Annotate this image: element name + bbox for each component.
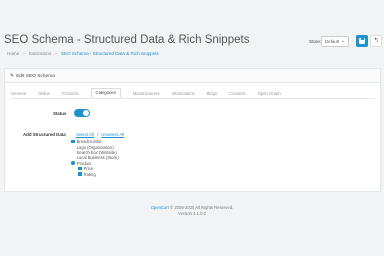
structured-data-options: Breadcrumbs Logo (Organization) Search b… — [71, 139, 119, 177]
back-button[interactable]: ↰ — [370, 35, 382, 47]
tab-blogs[interactable]: Blogs — [207, 89, 217, 98]
footer: OpenCart © 2009-2020 All Rights Reserved… — [0, 205, 384, 217]
tab-informations[interactable]: Informations — [172, 89, 195, 98]
toggle-knob — [83, 110, 89, 116]
option-label: Product — [76, 160, 92, 166]
select-links: Select All / Unselect All — [76, 132, 124, 137]
chevron-down-icon: ⌄ — [340, 38, 345, 44]
footer-brand-link[interactable]: OpenCart — [151, 205, 169, 210]
save-button[interactable] — [356, 35, 368, 47]
tab-open-graph[interactable]: Open Graph — [258, 89, 281, 98]
panel-heading: ✎ Edit SEO Schema — [5, 69, 380, 83]
radio-selected[interactable] — [71, 161, 75, 166]
checkbox[interactable] — [71, 139, 75, 144]
edit-panel: ✎ Edit SEO Schema General Online Products… — [4, 68, 381, 192]
status-toggle[interactable] — [74, 109, 90, 117]
option-search-box[interactable]: Search box (Website) — [71, 150, 119, 155]
panel-heading-text: Edit SEO Schema — [16, 74, 55, 79]
option-logo[interactable]: Logo (Organization) — [71, 144, 119, 150]
unselect-all-link[interactable]: Unselect All — [101, 132, 124, 137]
option-label: Breadcrumbs — [76, 139, 102, 145]
option-rating[interactable]: Rating — [71, 171, 119, 177]
breadcrumb-separator: › — [23, 51, 25, 56]
tab-online[interactable]: Online — [38, 89, 50, 98]
store-label: Store: — [309, 39, 322, 44]
tab-products[interactable]: Products — [62, 89, 79, 98]
option-label: Price — [83, 166, 94, 172]
option-label: Local Business (Store) — [76, 155, 119, 161]
option-label: Logo (Organization) — [76, 144, 114, 150]
select-all-link[interactable]: Select All — [76, 132, 94, 137]
option-local-business[interactable]: Local Business (Store) — [71, 155, 119, 160]
store-select-value: Default — [325, 39, 339, 44]
option-label: Rating — [83, 171, 96, 177]
tab-categories[interactable]: Categories — [90, 88, 121, 98]
checkbox[interactable] — [78, 172, 82, 176]
breadcrumb: Home › Extensions › SEO Schema - Structured … — [7, 51, 159, 56]
breadcrumb-home[interactable]: Home — [7, 51, 19, 56]
reply-icon: ↰ — [373, 38, 379, 44]
option-label: Search box (Website) — [76, 149, 117, 155]
breadcrumb-separator: › — [55, 51, 57, 56]
tabs-divider — [11, 98, 374, 99]
tab-bar: General Online Products Categories Manuf… — [11, 88, 293, 98]
breadcrumb-current[interactable]: SEO Schema - Structured Data & Rich Snip… — [61, 51, 159, 56]
floppy-disk-icon — [359, 38, 365, 44]
status-label: Status — [53, 111, 67, 116]
tab-manufacturers[interactable]: Manufacturers — [133, 89, 160, 98]
slash-separator: / — [97, 132, 99, 137]
add-structured-data-label: Add Structured Data — [23, 132, 66, 137]
pencil-icon: ✎ — [10, 73, 15, 79]
tab-general[interactable]: General — [11, 89, 26, 98]
store-select[interactable]: Default ⌄ — [321, 36, 349, 47]
footer-copyright: © 2009-2020 All Rights Reserved. — [170, 205, 234, 210]
tab-contacts[interactable]: Contacts — [229, 89, 246, 98]
breadcrumb-extensions[interactable]: Extensions — [29, 51, 51, 56]
footer-version: Version 4.1.0.0 — [178, 211, 206, 216]
page-title: SEO Schema - Structured Data & Rich Snip… — [4, 34, 250, 46]
checkbox[interactable] — [78, 166, 82, 171]
